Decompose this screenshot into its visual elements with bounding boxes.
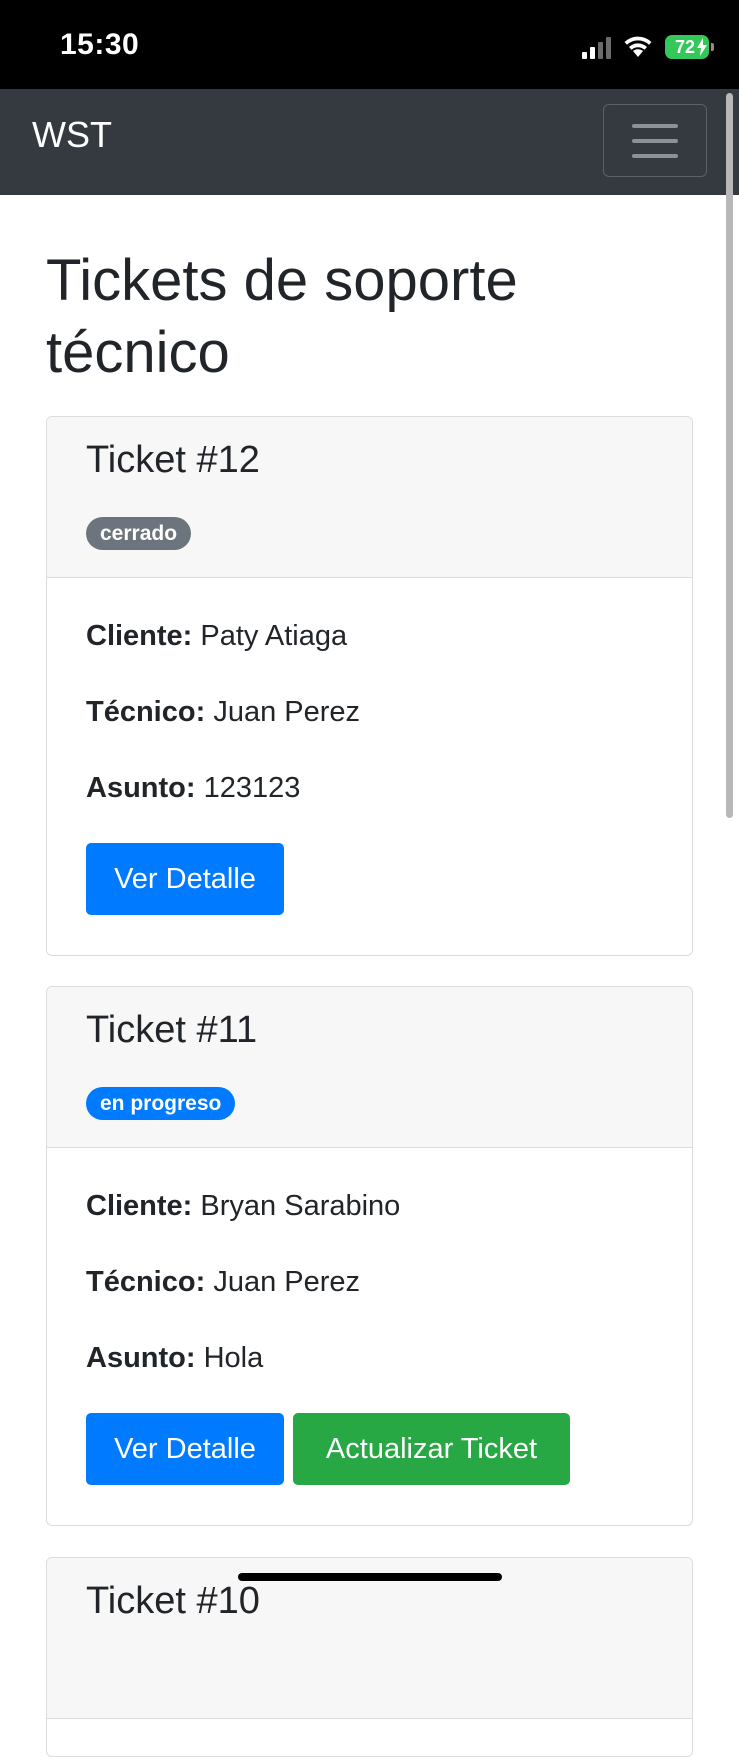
page-title: Tickets de soporte técnico (46, 248, 518, 385)
menu-toggle-button[interactable] (603, 104, 707, 177)
ticket-asunto: Asunto: 123123 (86, 772, 301, 804)
home-indicator[interactable] (238, 1573, 502, 1581)
ticket-title: Ticket #10 (86, 1580, 260, 1622)
ticket-card: Ticket #11 en progreso Cliente: Bryan Sa… (46, 986, 693, 1526)
ticket-card-body: Cliente: Paty Atiaga Técnico: Juan Perez… (47, 578, 692, 955)
ticket-card-body: Cliente: Bryan Sarabino Técnico: Juan Pe… (47, 1148, 692, 1525)
status-badge: en progreso (86, 1087, 236, 1120)
status-badge: cerrado (86, 517, 192, 550)
ticket-tecnico: Técnico: Juan Perez (86, 696, 361, 728)
ticket-card-header: Ticket #10 (47, 1558, 692, 1719)
navbar: WST (0, 89, 739, 195)
ticket-tecnico: Técnico: Juan Perez (86, 1266, 361, 1298)
cellular-signal-icon (582, 35, 611, 59)
battery-icon: 72 (665, 35, 714, 59)
ticket-asunto: Asunto: Hola (86, 1342, 264, 1374)
scrollbar[interactable] (726, 93, 733, 818)
status-bar: 15:30 72 (0, 0, 739, 89)
navbar-brand[interactable]: WST (32, 114, 112, 156)
ticket-card-header: Ticket #12 cerrado (47, 417, 692, 578)
ticket-title: Ticket #12 (86, 439, 260, 481)
ticket-card-header: Ticket #11 en progreso (47, 987, 692, 1148)
ticket-card: Ticket #10 (46, 1557, 693, 1757)
ticket-card: Ticket #12 cerrado Cliente: Paty Atiaga … (46, 416, 693, 956)
ver-detalle-button[interactable]: Ver Detalle (86, 843, 284, 915)
hamburger-icon (632, 123, 678, 128)
battery-level: 72 (674, 36, 696, 57)
status-time: 15:30 (60, 28, 140, 61)
status-icons: 72 (582, 32, 714, 62)
ticket-cliente: Cliente: Paty Atiaga (86, 620, 348, 652)
ver-detalle-button[interactable]: Ver Detalle (86, 1413, 284, 1485)
wifi-icon (624, 36, 652, 57)
actualizar-ticket-button[interactable]: Actualizar Ticket (293, 1413, 570, 1485)
charging-bolt-icon (697, 38, 707, 56)
ticket-title: Ticket #11 (86, 1009, 258, 1051)
ticket-cliente: Cliente: Bryan Sarabino (86, 1190, 401, 1222)
